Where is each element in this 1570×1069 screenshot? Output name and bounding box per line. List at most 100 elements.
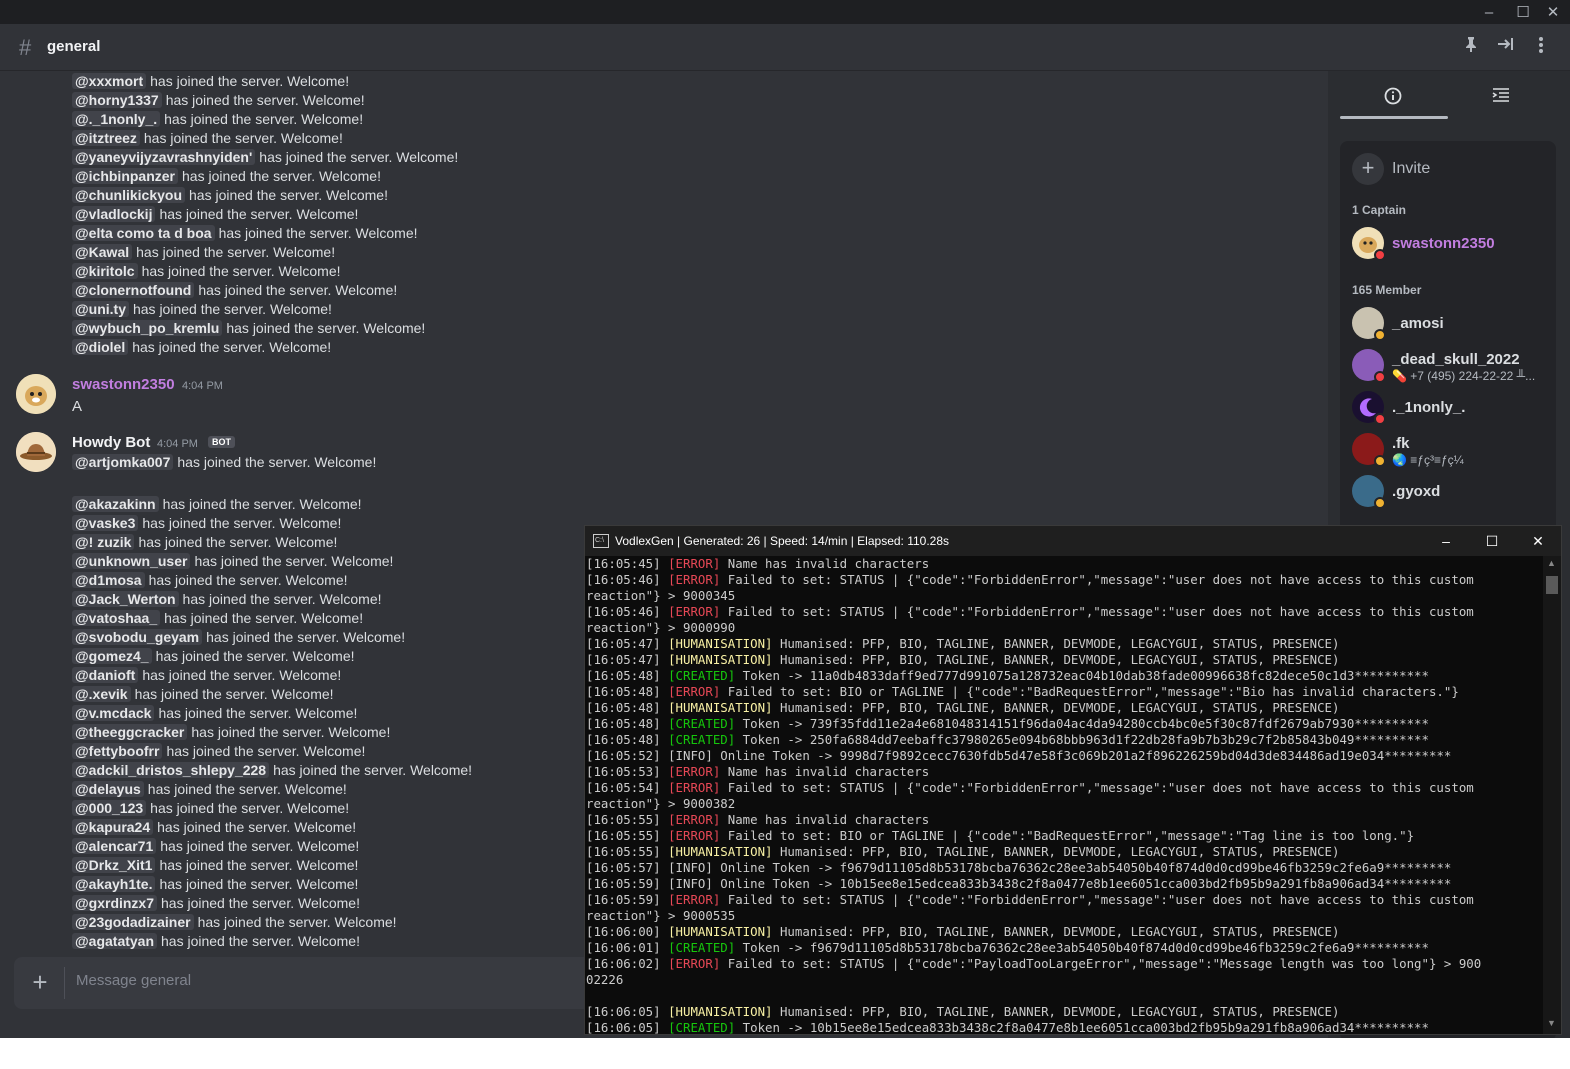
user-mention[interactable]: @delayus [72,781,144,797]
user-mention[interactable]: @itztreez [72,130,140,146]
member-item[interactable]: .fk 🌏 ≡ƒç³≡ƒç¼ [1352,433,1552,473]
user-mention[interactable]: @23godadizainer [72,914,194,930]
log-message: Online Token -> f9679d11105d8b53178bcba7… [712,860,1452,875]
close-button[interactable]: ✕ [1536,0,1570,24]
console-minimize-button[interactable]: – [1431,530,1461,552]
member-item[interactable]: .gyoxd [1352,475,1552,515]
user-mention[interactable]: @xxxmort [72,73,147,89]
user-mention[interactable]: @artjomka007 [72,454,174,470]
add-attachment-button[interactable]: + [26,969,54,997]
member-name: ._1nonly_. [1392,399,1466,416]
user-mention[interactable]: @vatoshaa_ [72,610,161,626]
join-text: has joined the server. Welcome! [132,301,332,317]
user-mention[interactable]: @uni.ty [72,301,129,317]
join-message: @akazakinn has joined the server. Welcome… [72,495,362,514]
avatar[interactable] [16,374,56,414]
log-level-tag: [ERROR] [668,572,721,587]
more-icon[interactable] [1538,36,1544,59]
user-mention[interactable]: @adckil_dristos_shlepy_228 [72,762,270,778]
log-message: Online Token -> 9998d7f9892cecc7630fdb5d… [712,748,1452,763]
join-text: has joined the server. Welcome! [161,895,360,911]
log-message: Humanised: PFP, BIO, TAGLINE, BANNER, DE… [772,700,1340,715]
join-text: has joined the server. Welcome! [142,515,342,531]
log-timestamp: [16:06:01] [586,940,661,955]
scroll-thumb[interactable] [1546,576,1558,594]
message-author[interactable]: swastonn2350 [72,376,175,393]
user-mention[interactable]: @! zuzik [72,534,135,550]
user-mention[interactable]: @000_123 [72,800,147,816]
user-mention[interactable]: @gomez4_ [72,648,152,664]
join-text: has joined the server. Welcome! [164,610,364,626]
dnd-status-icon [1374,371,1386,383]
user-mention[interactable]: @elta como ta d boa [72,225,215,241]
member-item-captain[interactable]: swastonn2350 [1352,227,1552,267]
minimize-button[interactable]: – [1472,0,1506,24]
user-mention[interactable]: @akazakinn [72,496,159,512]
join-text: has joined the server. Welcome! [160,838,360,854]
message-input[interactable]: Message general [76,972,191,989]
user-mention[interactable]: @chunlikickyou [72,187,186,203]
info-icon[interactable] [1384,87,1402,110]
user-mention[interactable]: @gxrdinzx7 [72,895,158,911]
member-name: _dead_skull_2022 [1392,351,1520,368]
user-mention[interactable]: @svobodu_geyam [72,629,203,645]
log-timestamp: [16:05:55] [586,828,661,843]
log-timestamp: [16:05:48] [586,700,661,715]
user-mention[interactable]: @fettyboofrr [72,743,163,759]
pin-icon[interactable] [1463,36,1479,57]
console-line: [16:06:00] [HUMANISATION] Humanised: PFP… [586,924,1543,940]
join-text: has joined the server. Welcome! [142,667,342,683]
join-text: has joined the server. Welcome! [159,876,359,892]
user-mention[interactable]: @ichbinpanzer [72,168,178,184]
user-mention[interactable]: @diolel [72,339,129,355]
log-level-tag: [CREATED] [668,732,736,747]
user-mention[interactable]: @d1mosa [72,572,145,588]
user-mention[interactable]: @v.mcdack [72,705,155,721]
user-mention[interactable]: @theeggcracker [72,724,188,740]
scroll-down-arrow-icon[interactable]: ▼ [1547,1018,1556,1028]
log-timestamp: [16:05:48] [586,716,661,731]
console-line: [16:05:52] [INFO] Online Token -> 9998d7… [586,748,1543,764]
invite-button[interactable]: + Invite [1352,153,1430,185]
user-mention[interactable]: @kiritolc [72,263,138,279]
avatar[interactable] [16,432,56,472]
member-item[interactable]: _dead_skull_2022 💊 +7 (495) 224-22-22 ╨.… [1352,349,1552,389]
threads-list-icon[interactable] [1492,87,1510,108]
user-mention[interactable]: @horny1337 [72,92,162,108]
user-mention[interactable]: @Drkz_Xit1 [72,857,156,873]
join-message: @kiritolc has joined the server. Welcome! [72,262,341,281]
user-mention[interactable]: @wybuch_po_kremlu [72,320,223,336]
user-mention[interactable]: @alencar71 [72,838,157,854]
member-list-icon[interactable] [1497,36,1515,57]
user-mention[interactable]: @Kawal [72,244,133,260]
user-mention[interactable]: @Jack_Werton [72,591,179,607]
join-text: has joined the server. Welcome! [159,206,359,222]
user-mention[interactable]: @unknown_user [72,553,191,569]
user-mention[interactable]: @vladlockij [72,206,156,222]
join-text: has joined the server. Welcome! [259,149,459,165]
console-window: C:\ VodlexGen | Generated: 26 | Speed: 1… [584,525,1562,1035]
user-mention[interactable]: @kapura24 [72,819,154,835]
scroll-up-arrow-icon[interactable]: ▲ [1547,558,1556,568]
user-mention[interactable]: @.xevik [72,686,131,702]
user-mention[interactable]: @clonernotfound [72,282,195,298]
user-mention[interactable]: @danioft [72,667,139,683]
user-mention[interactable]: @agatatyan [72,933,158,949]
user-mention[interactable]: @yaneyvijyzavrashnyiden' [72,149,256,165]
console-icon: C:\ [593,534,609,548]
join-message: @delayus has joined the server. Welcome! [72,780,347,799]
console-maximize-button[interactable]: ☐ [1477,530,1507,552]
maximize-button[interactable]: ☐ [1506,0,1540,24]
message-author[interactable]: Howdy Bot [72,434,150,451]
log-message: reaction"} > 9000382 [586,796,736,811]
idle-status-icon [1374,455,1386,467]
console-line: [16:05:46] [ERROR] Failed to set: STATUS… [586,572,1543,588]
user-mention[interactable]: @vaske3 [72,515,139,531]
join-message: @agatatyan has joined the server. Welcome… [72,932,360,951]
member-item[interactable]: ._1nonly_. [1352,391,1552,431]
user-mention[interactable]: @akayh1te. [72,876,156,892]
console-close-button[interactable]: ✕ [1523,530,1553,552]
console-scrollbar[interactable]: ▲ ▼ [1543,556,1561,1034]
member-item[interactable]: _amosi [1352,307,1552,347]
user-mention[interactable]: @._1nonly_. [72,111,161,127]
